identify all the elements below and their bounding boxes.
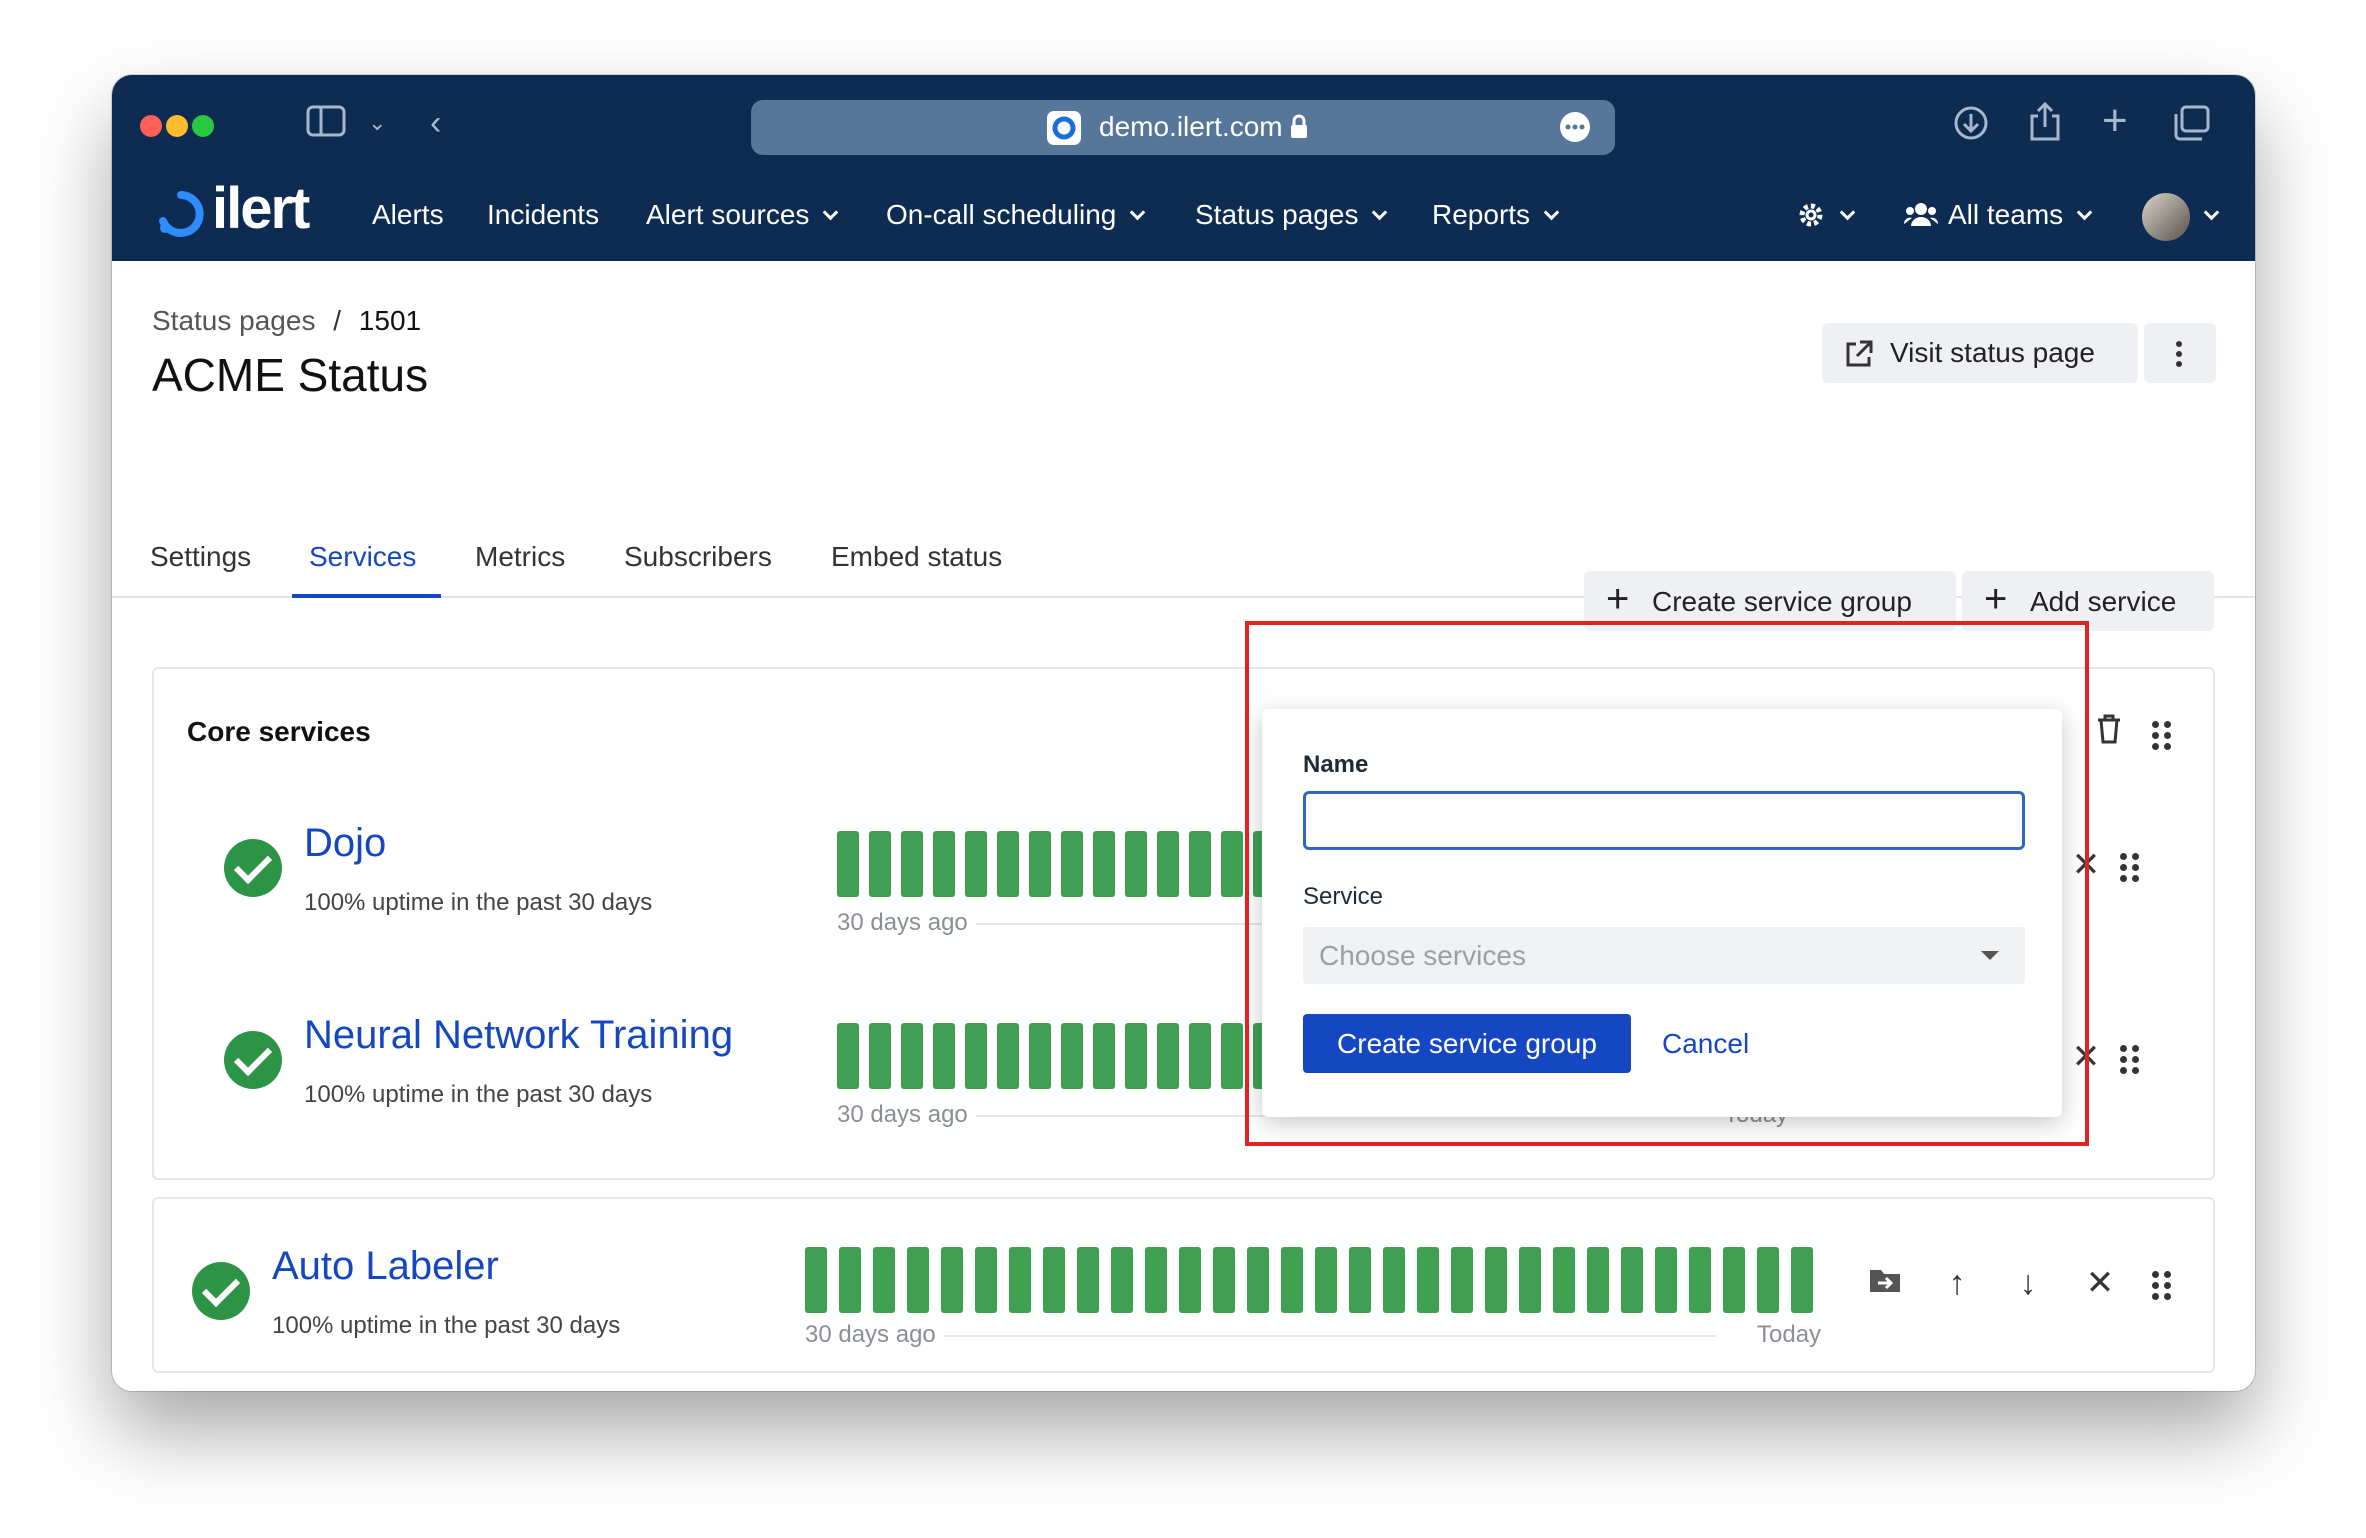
nav-status-pages-label: Status pages	[1195, 199, 1359, 230]
nav-alert-sources-label: Alert sources	[646, 199, 810, 230]
chevron-down-icon	[1130, 204, 1146, 221]
nav-alerts[interactable]: Alerts	[372, 185, 444, 245]
chevron-down-icon[interactable]: ⌄	[368, 103, 386, 143]
service-group-title: Core services	[187, 716, 371, 747]
page-title: ACME Status	[152, 349, 429, 401]
user-menu[interactable]	[2142, 185, 2220, 245]
chevron-down-icon	[2203, 204, 2220, 221]
browser-window: ⌄ ‹ demo.ilert.com + ilert Alerts Incide…	[112, 75, 2255, 1391]
highlight-annotation-box	[1245, 621, 2089, 1146]
nav-on-call-scheduling[interactable]: On-call scheduling	[886, 185, 1146, 245]
drag-handle-icon[interactable]	[2120, 853, 2140, 883]
zoom-window-button[interactable]	[192, 115, 214, 137]
more-actions-button[interactable]	[2144, 323, 2216, 383]
visit-status-page-button[interactable]: Visit status page	[1822, 323, 2138, 383]
nav-incidents-label: Incidents	[487, 199, 600, 230]
download-icon[interactable]	[1953, 105, 1989, 150]
tab-settings[interactable]: Settings	[150, 541, 251, 573]
users-icon	[1903, 203, 1939, 226]
nav-incidents[interactable]: Incidents	[487, 185, 599, 245]
new-tab-icon[interactable]: +	[2102, 99, 2128, 143]
service-name-link[interactable]: Neural Network Training	[304, 1013, 733, 1058]
timeline-line	[944, 1335, 1716, 1337]
back-icon[interactable]: ‹	[430, 103, 441, 143]
move-to-group-icon[interactable]	[1865, 1263, 1905, 1303]
close-window-button[interactable]	[140, 115, 162, 137]
service-name-link[interactable]: Dojo	[304, 821, 386, 866]
ilert-logo-icon	[159, 191, 204, 237]
settings-menu[interactable]	[1796, 185, 1856, 245]
active-tab-indicator	[292, 594, 441, 598]
nav-alert-sources[interactable]: Alert sources	[646, 185, 839, 245]
chevron-down-icon	[1372, 204, 1388, 221]
tab-services[interactable]: Services	[309, 541, 416, 573]
address-bar[interactable]: demo.ilert.com	[751, 100, 1615, 155]
nav-on-call-label: On-call scheduling	[886, 199, 1117, 230]
plus-icon: +	[1984, 577, 2008, 621]
sidebar-toggle-icon[interactable]	[306, 105, 346, 146]
team-selector[interactable]: All teams	[1903, 185, 2093, 245]
service-uptime-text: 100% uptime in the past 30 days	[304, 889, 653, 916]
trash-icon[interactable]	[2089, 713, 2129, 754]
service-uptime-text: 100% uptime in the past 30 days	[304, 1081, 653, 1108]
chevron-down-icon	[2076, 204, 2093, 221]
timeline-end-label: Today	[1757, 1321, 1822, 1348]
site-favicon-icon	[1047, 111, 1081, 145]
add-service-label: Add service	[2030, 586, 2177, 617]
nav-status-pages[interactable]: Status pages	[1195, 185, 1388, 245]
create-service-group-label: Create service group	[1652, 586, 1912, 617]
more-options-icon[interactable]	[1559, 111, 1591, 143]
operational-check-icon	[192, 1262, 250, 1320]
breadcrumb-parent-link[interactable]: Status pages	[152, 305, 315, 336]
breadcrumb-current: 1501	[358, 305, 422, 336]
avatar	[2142, 192, 2190, 241]
drag-handle-icon[interactable]	[2152, 721, 2172, 751]
url-text: demo.ilert.com	[1099, 111, 1283, 142]
vertical-dots-icon	[2176, 341, 2182, 367]
breadcrumb: Status pages / 1501	[152, 305, 421, 337]
timeline-start-label: 30 days ago	[805, 1321, 936, 1348]
tab-embed-status[interactable]: Embed status	[831, 541, 1002, 573]
chevron-down-icon	[823, 204, 839, 221]
team-selector-label: All teams	[1948, 199, 2064, 230]
service-uptime-text: 100% uptime in the past 30 days	[272, 1312, 621, 1339]
tab-subscribers[interactable]: Subscribers	[624, 541, 772, 573]
lock-icon	[1291, 114, 1307, 138]
tab-metrics[interactable]: Metrics	[475, 541, 565, 573]
move-up-icon[interactable]: ↑	[1937, 1263, 1977, 1303]
share-icon[interactable]	[2028, 101, 2062, 150]
chevron-down-icon	[1543, 204, 1560, 221]
drag-handle-icon[interactable]	[2120, 1045, 2140, 1075]
operational-check-icon	[224, 1031, 282, 1089]
minimize-window-button[interactable]	[166, 115, 188, 137]
nav-reports-label: Reports	[1432, 199, 1531, 230]
timeline-start-label: 30 days ago	[837, 909, 968, 936]
chevron-down-icon	[1839, 204, 1856, 221]
service-card: Auto Labeler 100% uptime in the past 30 …	[152, 1197, 2215, 1373]
service-name-link[interactable]: Auto Labeler	[272, 1244, 499, 1289]
move-down-icon[interactable]: ↓	[2008, 1263, 2048, 1303]
operational-check-icon	[224, 839, 282, 897]
remove-icon[interactable]: ✕	[2080, 1263, 2120, 1303]
external-link-icon	[1846, 340, 1873, 367]
top-bar: ⌄ ‹ demo.ilert.com + ilert Alerts Incide…	[112, 75, 2255, 261]
nav-alerts-label: Alerts	[372, 199, 444, 230]
timeline-start-label: 30 days ago	[837, 1101, 968, 1128]
breadcrumb-separator: /	[333, 305, 342, 336]
visit-status-page-label: Visit status page	[1890, 337, 2095, 368]
ilert-wordmark: ilert	[212, 176, 310, 241]
gear-icon	[1799, 203, 1823, 227]
drag-handle-icon[interactable]	[2152, 1271, 2172, 1301]
plus-icon: +	[1606, 577, 1630, 621]
uptime-bars	[805, 1247, 1829, 1313]
nav-reports[interactable]: Reports	[1432, 185, 1560, 245]
tab-overview-icon[interactable]	[2172, 105, 2210, 150]
